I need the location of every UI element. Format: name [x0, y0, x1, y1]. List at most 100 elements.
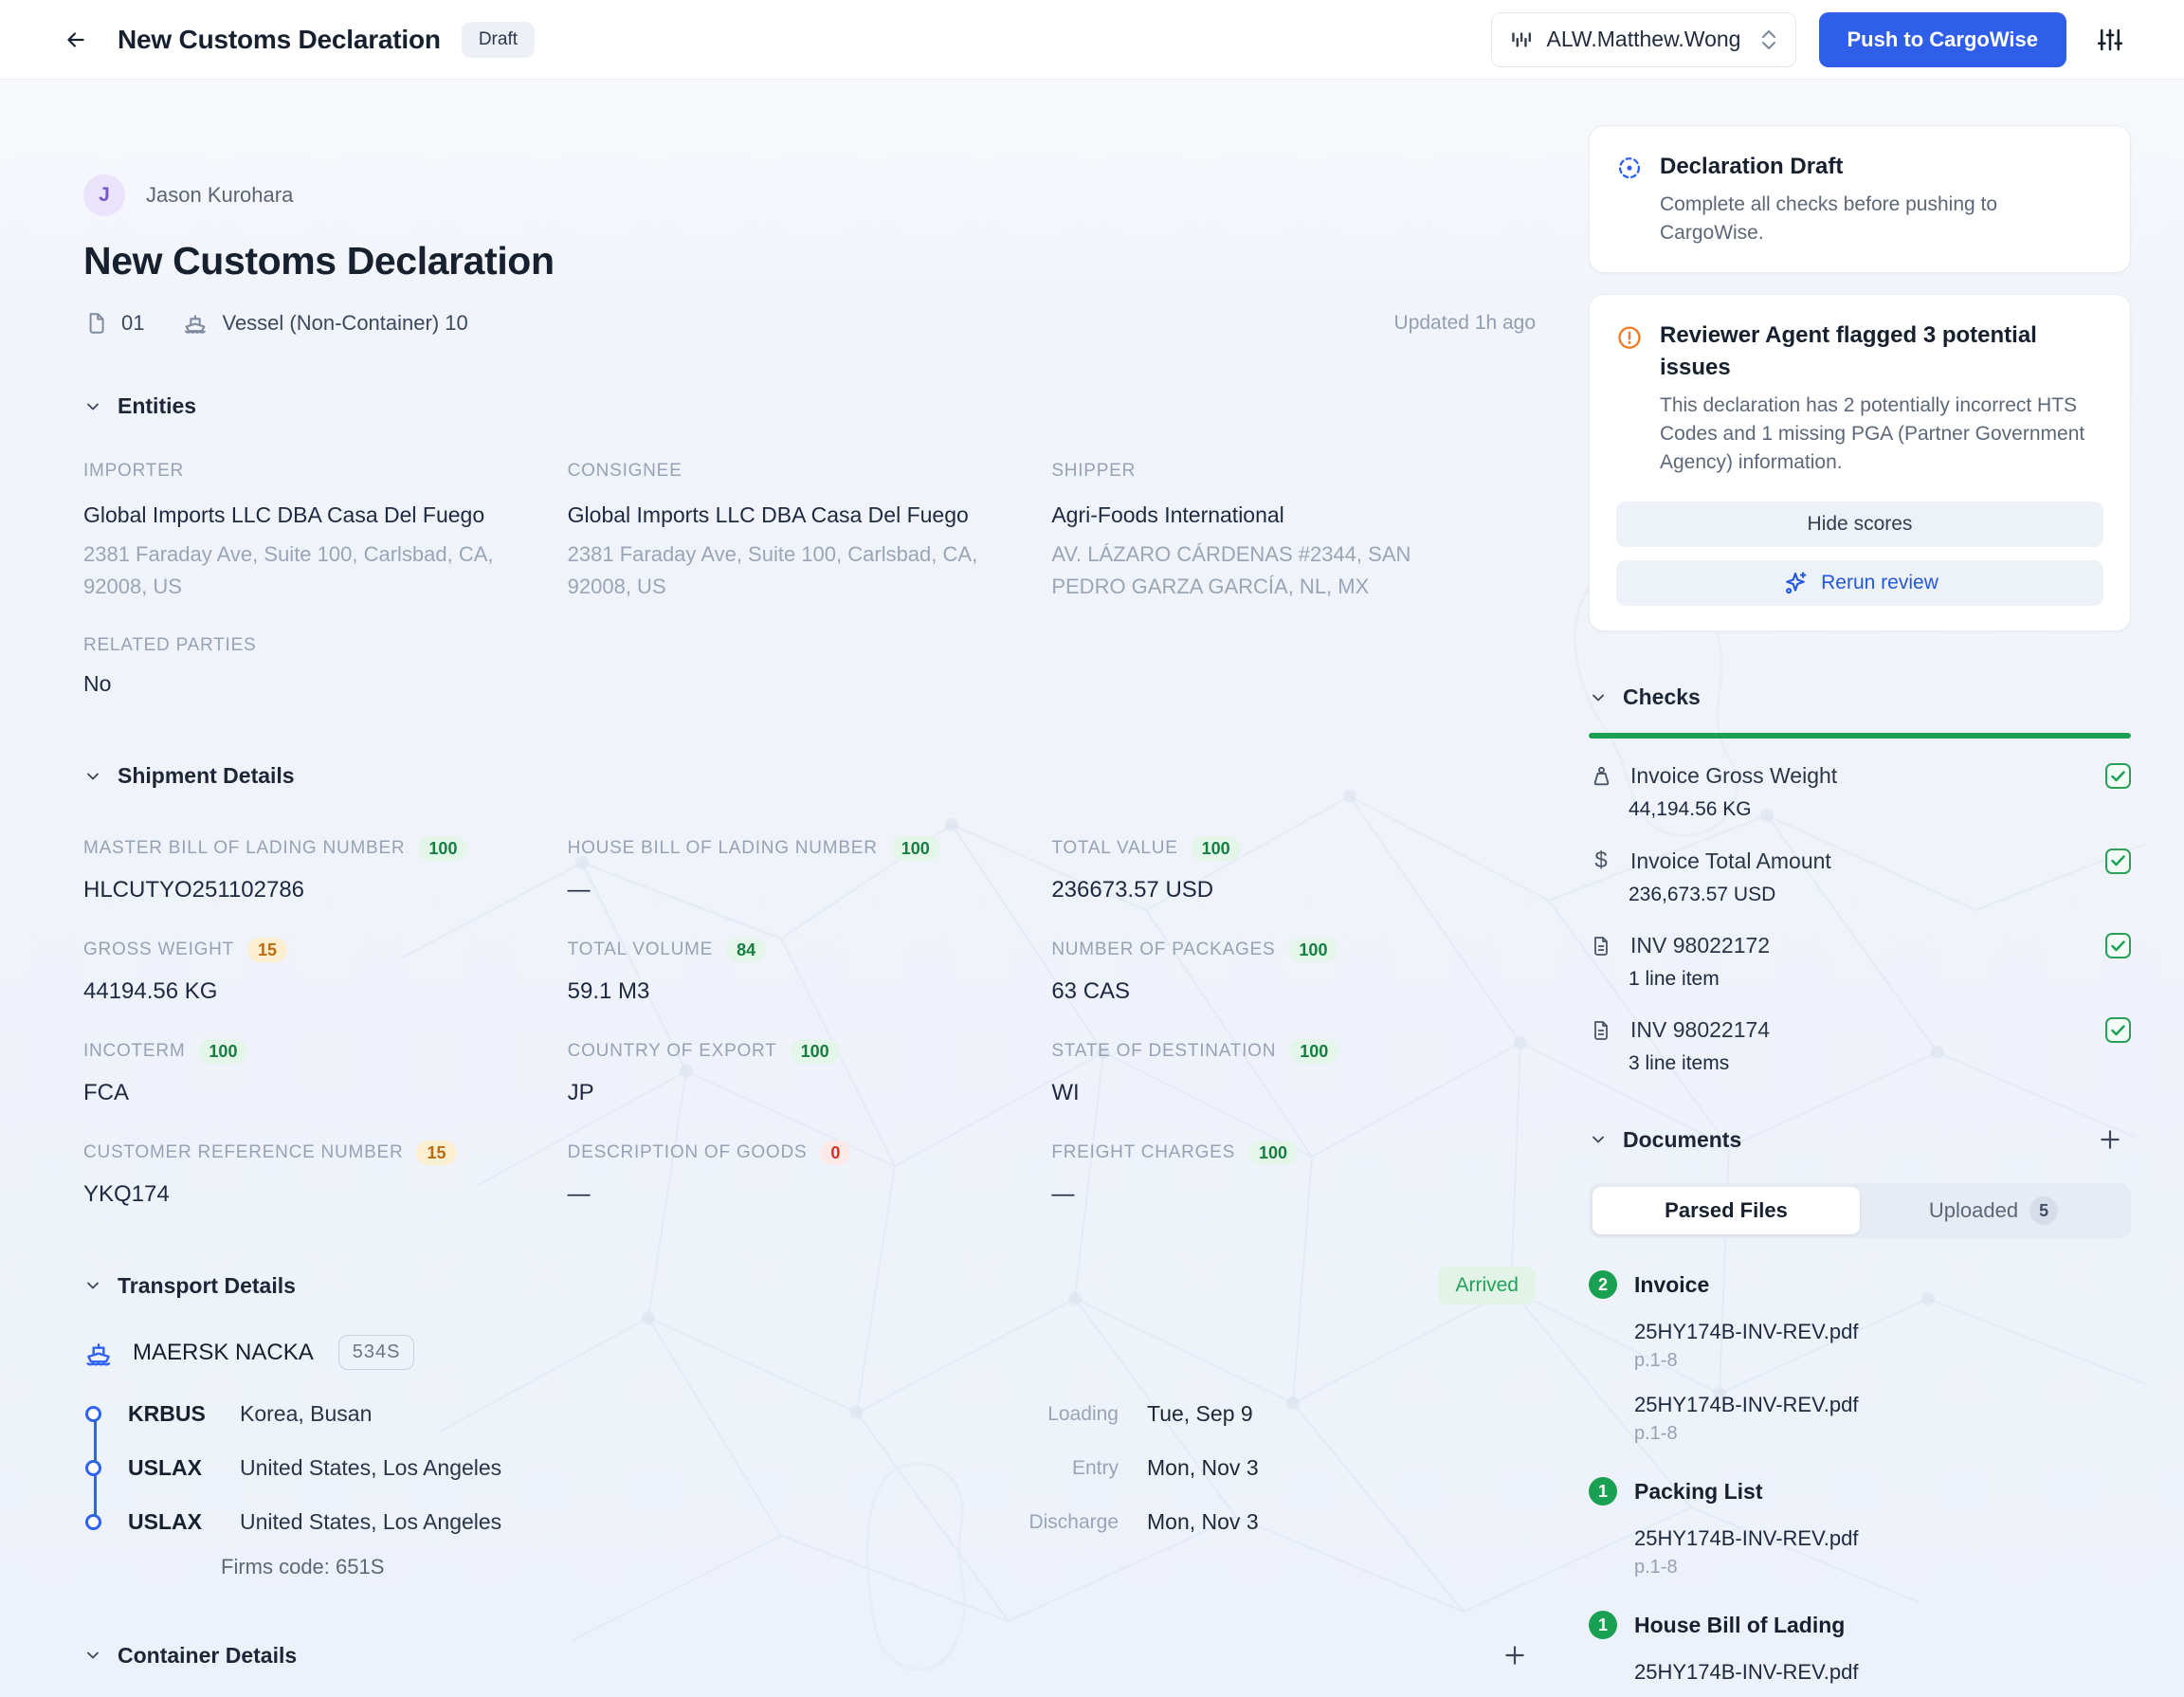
- creator-name: Jason Kurohara: [146, 183, 293, 208]
- declaration-number: 01: [83, 311, 144, 336]
- check-item-gross-weight: Invoice Gross Weight 44,194.56 KG: [1589, 763, 2131, 821]
- account-selector-value: ALW.Matthew.Wong: [1547, 27, 1746, 52]
- doc-file[interactable]: 25HY174B-INV-REV.pdf: [1634, 1660, 2131, 1685]
- score-badge: 100: [198, 1039, 247, 1064]
- transport-mode: Vessel (Non-Container) 10: [182, 310, 467, 337]
- score-badge: 84: [726, 938, 766, 962]
- checks-section: Checks Invoice Gro: [1589, 684, 2131, 1075]
- file-text-icon: [1590, 1019, 1612, 1042]
- firms-code: Firms code: 651S: [221, 1555, 1536, 1579]
- page-title: New Customs Declaration: [83, 239, 1536, 283]
- route-timeline: KRBUS Korea, Busan Loading Tue, Sep 9 US…: [83, 1387, 1536, 1579]
- check-passed-checkbox[interactable]: [2105, 1017, 2131, 1043]
- tab-parsed-files[interactable]: Parsed Files: [1592, 1187, 1860, 1234]
- field-incoterm: INCOTERM100 FCA: [83, 1039, 568, 1106]
- chevron-down-icon: [83, 397, 102, 416]
- doc-group-packing-list: 1 Packing List 25HY174B-INV-REV.pdf p.1-…: [1589, 1477, 2131, 1578]
- alert-circle-icon: [1616, 319, 1643, 354]
- container-details-section: Container Details: [83, 1634, 1536, 1697]
- rerun-review-button[interactable]: Rerun review: [1616, 560, 2103, 606]
- check-passed-checkbox[interactable]: [2105, 848, 2131, 874]
- section-title: Documents: [1623, 1127, 1741, 1153]
- score-badge: 15: [247, 938, 287, 962]
- plus-icon: [1502, 1643, 1527, 1668]
- documents-header[interactable]: Documents: [1589, 1119, 2131, 1160]
- field-number-of-packages: NUMBER OF PACKAGES100 63 CAS: [1051, 938, 1536, 1005]
- creator-row: J Jason Kurohara: [83, 174, 1536, 216]
- add-container-button[interactable]: [1494, 1634, 1536, 1676]
- shipper-block: SHIPPER Agri-Foods International AV. LÁZ…: [1051, 461, 1536, 603]
- milestone-label: Entry: [967, 1457, 1119, 1480]
- entities-section: Entities IMPORTER Global Imports LLC DBA…: [83, 393, 1536, 697]
- milestone-date: Tue, Sep 9: [1147, 1401, 1308, 1427]
- vessel-row: MAERSK NACKA 534S: [83, 1335, 1536, 1370]
- field-customer-reference: CUSTOMER REFERENCE NUMBER15 YKQ174: [83, 1140, 568, 1208]
- milestone-label: Loading: [967, 1403, 1119, 1426]
- shipper-address: AV. LÁZARO CÁRDENAS #2344, SAN PEDRO GAR…: [1051, 538, 1468, 603]
- related-parties-block: RELATED PARTIES No: [83, 635, 1536, 697]
- chevron-down-icon: [1589, 688, 1608, 707]
- stop-row-discharge: USLAX United States, Los Angeles Dischar…: [83, 1495, 1536, 1549]
- doc-file[interactable]: 25HY174B-INV-REV.pdf p.1-8: [1634, 1526, 2131, 1578]
- declaration-draft-card: Declaration Draft Complete all checks be…: [1589, 125, 2131, 273]
- score-badge: 100: [1248, 1140, 1298, 1165]
- container-details-header[interactable]: Container Details: [83, 1634, 1536, 1676]
- voyage-badge: 534S: [338, 1335, 415, 1370]
- field-country-of-export: COUNTRY OF EXPORT100 JP: [568, 1039, 1052, 1106]
- consignee-address: 2381 Faraday Ave, Suite 100, Carlsbad, C…: [568, 538, 985, 603]
- timeline-dot: [85, 1406, 101, 1422]
- review-sidebar: Declaration Draft Complete all checks be…: [1589, 125, 2131, 1697]
- arrived-badge: Arrived: [1438, 1267, 1536, 1305]
- check-passed-checkbox[interactable]: [2105, 933, 2131, 958]
- entities-section-header[interactable]: Entities: [83, 393, 1536, 419]
- check-passed-checkbox[interactable]: [2105, 763, 2131, 789]
- uploaded-count-badge: 5: [2029, 1196, 2058, 1225]
- chevron-down-icon: [83, 1276, 102, 1295]
- score-badge: 100: [418, 836, 467, 861]
- barcode-icon: [1509, 27, 1534, 52]
- section-title: Entities: [118, 393, 196, 419]
- checks-progress-bar: [1589, 733, 2131, 739]
- hide-scores-button[interactable]: Hide scores: [1616, 502, 2103, 547]
- push-to-cargowise-button[interactable]: Push to CargoWise: [1819, 12, 2067, 67]
- tab-uploaded[interactable]: Uploaded 5: [1860, 1187, 2127, 1234]
- field-freight-charges: FREIGHT CHARGES100 —: [1051, 1140, 1536, 1208]
- check-icon: [2111, 771, 2125, 782]
- reviewer-card-title: Reviewer Agent flagged 3 potential issue…: [1660, 319, 2077, 384]
- score-badge: 100: [891, 836, 940, 861]
- section-title: Shipment Details: [118, 763, 295, 789]
- check-item-total-amount: $ Invoice Total Amount 236,673.57 USD: [1589, 848, 2131, 906]
- doc-file[interactable]: 25HY174B-INV-REV.pdf p.1-8: [1634, 1320, 2131, 1372]
- shipment-details-section: Shipment Details MASTER BILL OF LADING N…: [83, 763, 1536, 1208]
- checks-header[interactable]: Checks: [1589, 684, 2131, 710]
- consignee-label: CONSIGNEE: [568, 461, 1052, 482]
- field-master-bill: MASTER BILL OF LADING NUMBER100 HLCUTYO2…: [83, 836, 568, 903]
- updated-timestamp: Updated 1h ago: [1394, 312, 1536, 335]
- shipper-label: SHIPPER: [1051, 461, 1536, 482]
- score-badge: 0: [820, 1140, 850, 1165]
- transport-details-header[interactable]: Transport Details Arrived: [83, 1267, 1536, 1305]
- consignee-block: CONSIGNEE Global Imports LLC DBA Casa De…: [568, 461, 1052, 603]
- doc-group-invoice: 2 Invoice 25HY174B-INV-REV.pdf p.1-8 25H…: [1589, 1270, 2131, 1445]
- back-button[interactable]: [57, 21, 95, 59]
- draft-card-body: Complete all checks before pushing to Ca…: [1660, 191, 2103, 247]
- field-total-volume: TOTAL VOLUME84 59.1 M3: [568, 938, 1052, 1005]
- score-badge: 100: [1192, 836, 1241, 861]
- score-badge: 100: [1288, 938, 1338, 962]
- meta-row: 01 Vessel (Non-Container) 10 Updated 1h …: [83, 310, 1536, 337]
- topbar: New Customs Declaration Draft ALW.Matthe…: [0, 0, 2184, 80]
- score-badge: 15: [416, 1140, 456, 1165]
- importer-address: 2381 Faraday Ave, Suite 100, Carlsbad, C…: [83, 538, 500, 603]
- document-icon: [83, 311, 108, 336]
- shipment-details-header[interactable]: Shipment Details: [83, 763, 1536, 789]
- doc-file[interactable]: 25HY174B-INV-REV.pdf p.1-8: [1634, 1393, 2131, 1445]
- milestone-date: Mon, Nov 3: [1147, 1455, 1308, 1481]
- settings-sliders-button[interactable]: [2089, 19, 2131, 61]
- weight-icon: [1590, 764, 1613, 788]
- related-parties-value: No: [83, 671, 1536, 697]
- doc-count-badge: 1: [1589, 1611, 1617, 1639]
- avatar: J: [83, 174, 125, 216]
- add-document-button[interactable]: [2089, 1119, 2131, 1160]
- field-total-value: TOTAL VALUE100 236673.57 USD: [1051, 836, 1536, 903]
- account-selector[interactable]: ALW.Matthew.Wong: [1491, 12, 1796, 67]
